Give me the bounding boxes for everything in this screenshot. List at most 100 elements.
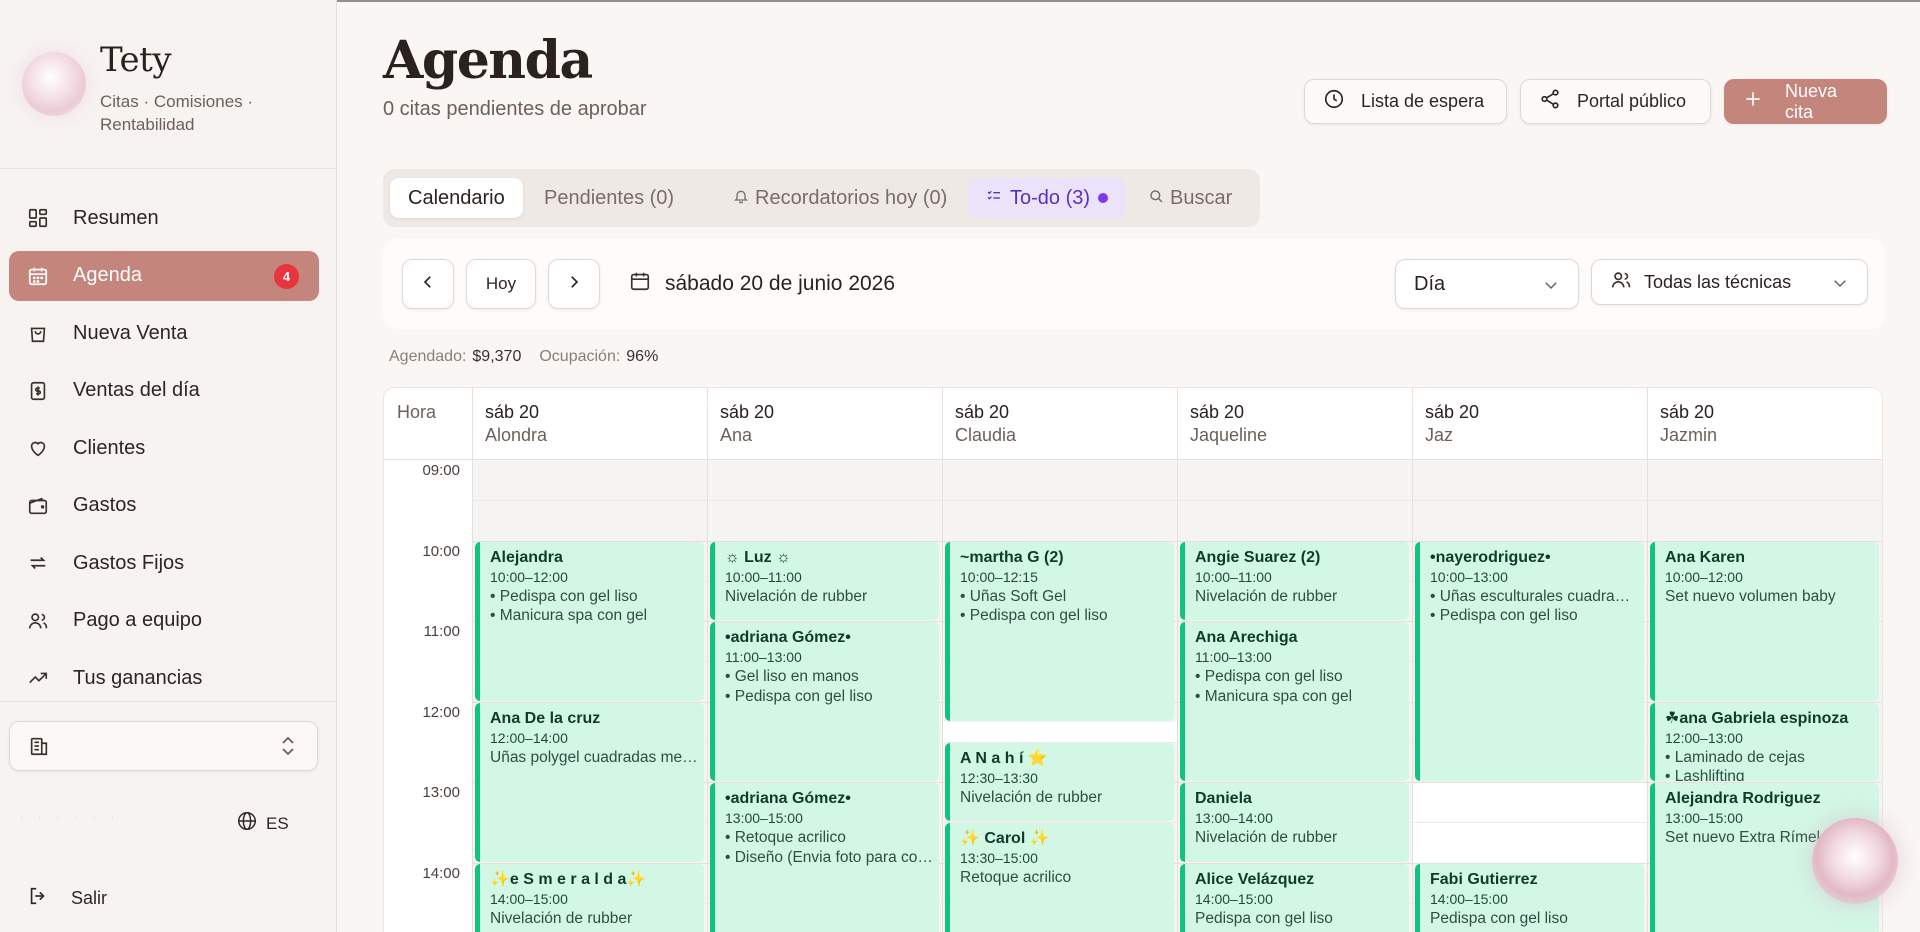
sidebar-nav: Resumen Agenda 4 Nueva Venta Ventas del …: [9, 193, 319, 711]
sidebar-item-label: Nueva Venta: [73, 321, 188, 344]
staff-select[interactable]: Todas las técnicas: [1591, 259, 1868, 305]
appointment-card[interactable]: Alice Velázquez 14:00–15:00 Pedispa con ge…: [1180, 863, 1409, 932]
appointment-service: Nivelación de rubber: [725, 587, 868, 605]
sidebar-divider: [0, 168, 337, 169]
appointment-card[interactable]: Ana De la cruz 12:00–14:00 Uñas polygel cu…: [475, 702, 704, 862]
appointment-card[interactable]: ✨ Carol ✨ 13:30–15:00 Retoque acrilico: [945, 823, 1174, 932]
assistant-orb-button[interactable]: [1812, 818, 1898, 904]
appointment-card[interactable]: ☼ Luz ☼ 10:00–11:00 Nivelación de rubber: [710, 541, 939, 620]
appointment-card[interactable]: •adriana Gómez• 11:00–13:00 • Gel liso en …: [710, 622, 939, 781]
current-date[interactable]: sábado 20 de junio 2026: [629, 270, 895, 298]
appointment-card[interactable]: Alejandra 10:00–12:00 • Pedispa con gel li…: [475, 541, 704, 701]
appointment-card[interactable]: A N a h í ⭐ 12:30–13:30 Nivelación de rubb…: [945, 742, 1174, 822]
column-day: sáb 20: [720, 402, 775, 422]
appointment-card[interactable]: Fabi Gutierrez 14:00–15:00 Pedispa con gel…: [1415, 863, 1644, 932]
sidebar-item-gastos-fijos[interactable]: Gastos Fijos: [9, 538, 319, 588]
brand-subtitle: Citas · Comisiones · Rentabilidad: [100, 92, 254, 134]
appointment-time: 13:00–15:00: [725, 810, 803, 826]
branch-selector[interactable]: [9, 721, 318, 771]
half-hour-gridline: [472, 500, 1882, 502]
tab-pendientes[interactable]: Pendientes (0): [526, 178, 692, 218]
receipt-dollar-icon: [26, 379, 50, 403]
appointment-time: 10:00–12:00: [1665, 568, 1743, 585]
hour-column-header: Hora: [397, 402, 437, 422]
trending-up-icon: [26, 666, 50, 690]
calendar-icon: [26, 264, 50, 288]
appointment-service: Set nuevo volumen baby: [1665, 587, 1836, 605]
appointment-time: 13:30–15:00: [960, 850, 1038, 867]
appointment-service: • Gel liso en manos: [725, 668, 859, 685]
appointment-card[interactable]: ✨e S m e r a l d a✨ 14:00–15:00 Nivelación…: [475, 863, 704, 932]
chevron-down-icon: [1542, 276, 1560, 300]
column-day: sáb 20: [485, 402, 540, 422]
column-day: sáb 20: [1190, 402, 1245, 422]
agenda-stats: Agendado: $9,370 Ocupación: 96%: [389, 348, 658, 366]
tab-recordatorios[interactable]: Recordatorios hoy (0): [715, 178, 965, 218]
occupancy-value: 96%: [626, 348, 659, 365]
sidebar-item-label: Pago a equipo: [73, 609, 203, 631]
appointment-card[interactable]: •nayerodriguez• 10:00–13:00 • Uñas escultu…: [1415, 541, 1644, 781]
occupancy-label: Ocupación:: [539, 348, 621, 365]
appointment-time: 12:30–13:30: [960, 769, 1038, 786]
hour-label: 13:00: [422, 784, 460, 801]
user-email-placeholder: · · · · · ·: [20, 812, 120, 823]
sidebar-item-ventas-del-dia[interactable]: Ventas del día: [9, 366, 319, 416]
new-appointment-button[interactable]: Nueva cita: [1724, 79, 1887, 124]
column-staff-name: Jaz: [1425, 425, 1454, 445]
appointment-card[interactable]: ☘ana Gabriela espinoza 12:00–13:00 • Lamin…: [1650, 702, 1879, 781]
share-icon: [1539, 88, 1561, 115]
appointment-card[interactable]: Daniela 13:00–14:00 Nivelación de rubber: [1180, 783, 1409, 862]
column-staff-name: Claudia: [955, 425, 1017, 445]
appointment-card[interactable]: •adriana Gómez• 13:00–15:00 • Retoque acri…: [710, 783, 939, 932]
appointment-service: Nivelación de rubber: [1195, 587, 1338, 605]
appointment-client: Alejandra Rodriguez: [1665, 790, 1821, 807]
prev-day-button[interactable]: [402, 259, 454, 309]
sidebar-item-tus-ganancias[interactable]: Tus ganancias: [9, 653, 319, 703]
appointment-service: Retoque acrilico: [960, 869, 1072, 887]
empty-time-slot[interactable]: [943, 721, 1177, 742]
appointment-service: • Pedispa con gel liso: [1195, 668, 1343, 685]
tab-todo[interactable]: To-do (3): [968, 178, 1127, 218]
sidebar-item-gastos[interactable]: Gastos: [9, 481, 319, 531]
sidebar-item-agenda[interactable]: Agenda 4: [9, 250, 319, 301]
appointment-card[interactable]: Angie Suarez (2) 10:00–11:00 Nivelación de…: [1180, 541, 1409, 620]
tab-buscar[interactable]: Buscar: [1130, 178, 1250, 218]
public-portal-button[interactable]: Portal público: [1520, 79, 1711, 124]
appointment-card[interactable]: ~martha G (2) 10:00–12:15 • Uñas Soft Gel •…: [945, 541, 1174, 721]
appointment-service: • Pedispa con gel liso: [490, 587, 638, 605]
appointment-card[interactable]: Ana Arechiga 11:00–13:00 • Pedispa con gel…: [1180, 622, 1409, 781]
appointment-client: A N a h í ⭐: [960, 749, 1048, 767]
next-day-button[interactable]: [548, 259, 600, 309]
brand-name: Tety: [100, 40, 172, 80]
sidebar-item-label: Agenda: [73, 264, 142, 286]
appointment-time: 12:00–13:00: [1665, 729, 1743, 746]
column-header-ana: sáb 20 Ana: [707, 388, 942, 460]
appointment-service: • Manicura spa con gel: [490, 607, 648, 624]
tab-calendario[interactable]: Calendario: [390, 178, 523, 218]
appointment-time: 10:00–11:00: [725, 568, 802, 585]
sidebar-item-nueva-venta[interactable]: Nueva Venta: [9, 308, 319, 358]
appointment-service: • Uñas Soft Gel: [960, 587, 1067, 605]
language-switcher[interactable]: ES: [236, 810, 289, 837]
sidebar-item-resumen[interactable]: Resumen: [9, 193, 319, 243]
sidebar-item-pago-a-equipo[interactable]: Pago a equipo: [9, 596, 319, 646]
appointment-client: •adriana Gómez•: [725, 790, 851, 807]
appointment-client: ☼ Luz ☼: [725, 548, 791, 566]
logout-icon: [27, 885, 49, 912]
notification-badge: 4: [274, 263, 299, 289]
today-button[interactable]: Hoy: [466, 259, 536, 309]
view-select[interactable]: Día: [1395, 259, 1579, 309]
column-day: sáb 20: [955, 402, 1010, 422]
appointment-time: 14:00–15:00: [1430, 890, 1508, 907]
appointment-service: Pedispa con gel liso: [1430, 909, 1568, 927]
logout-button[interactable]: Salir: [27, 885, 107, 912]
calendar-toolbar: Hoy sábado 20 de junio 2026 Día Todas la…: [383, 239, 1885, 329]
sidebar-item-label: Gastos Fijos: [73, 551, 185, 574]
column-header-jaz: sáb 20 Jaz: [1412, 388, 1647, 460]
appointment-card[interactable]: Ana Karen 10:00–12:00 Set nuevo volumen ba…: [1650, 541, 1879, 701]
waitlist-button[interactable]: Lista de espera: [1304, 79, 1507, 124]
sidebar-item-clientes[interactable]: Clientes: [9, 423, 319, 473]
brand: Tety Citas · Comisiones · Rentabilidad: [22, 40, 322, 140]
column-header-jaqueline: sáb 20 Jaqueline: [1177, 388, 1412, 460]
wallet-icon: [26, 494, 50, 518]
